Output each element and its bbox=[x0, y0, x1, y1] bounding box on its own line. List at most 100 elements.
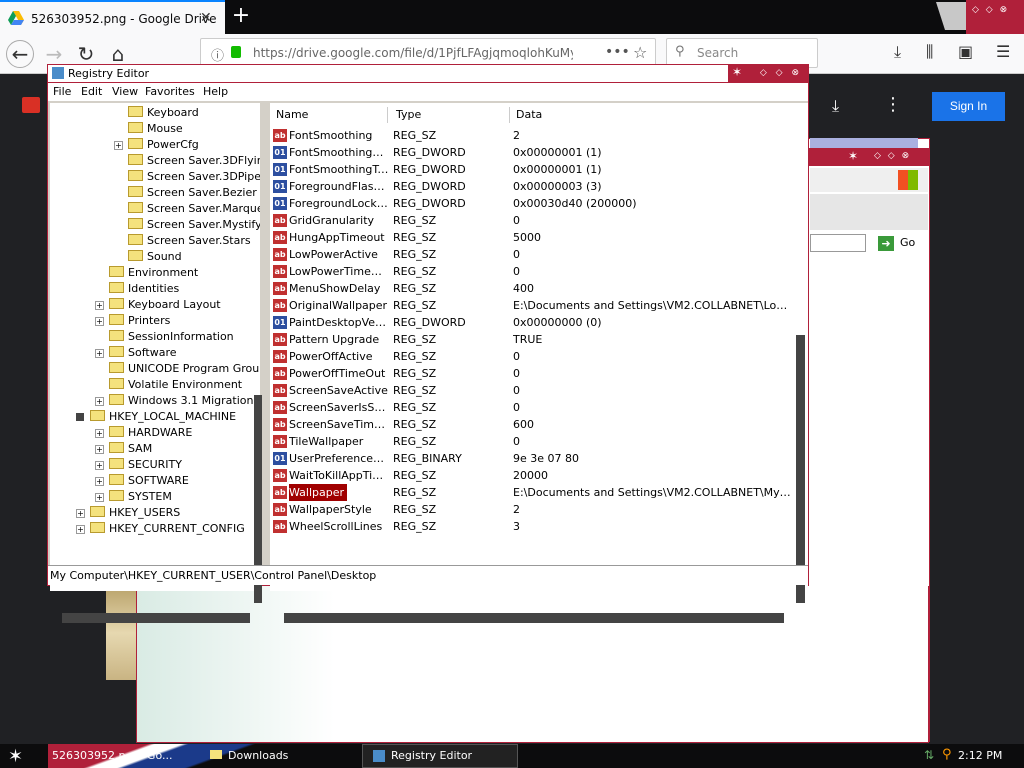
value-row[interactable]: 01 ForegroundFlash... REG_DWORD 0x00000003 … bbox=[270, 178, 790, 195]
value-row[interactable]: ab TileWallpaper REG_SZ 0 bbox=[270, 433, 790, 450]
library-icon[interactable]: ⫼ bbox=[926, 42, 933, 62]
value-row[interactable]: ab PowerOffActive REG_SZ 0 bbox=[270, 348, 790, 365]
tree-node[interactable]: Screen Saver.3DPipes bbox=[128, 169, 260, 185]
download-icon[interactable]: ⤓ bbox=[894, 42, 901, 62]
window-controls[interactable]: ◇ ◇ ⊗ bbox=[966, 0, 1024, 34]
expand-icon[interactable]: + bbox=[95, 349, 104, 358]
value-row[interactable]: ab WheelScrollLines REG_SZ 3 bbox=[270, 518, 790, 535]
tab-google-drive[interactable]: 526303952.png - Google Drive ✕ bbox=[0, 0, 225, 34]
close-tab-icon[interactable]: ✕ bbox=[200, 10, 212, 26]
tree-node[interactable]: Screen Saver.Marquee bbox=[128, 201, 260, 217]
back-arrow-icon[interactable]: ← bbox=[6, 40, 34, 68]
taskbar-task-registry-editor[interactable]: Registry Editor bbox=[362, 744, 518, 768]
info-icon[interactable]: ⓘ bbox=[211, 45, 224, 64]
expand-icon[interactable]: + bbox=[114, 141, 123, 150]
value-row[interactable]: ab OriginalWallpaper REG_SZ E:\Documents an… bbox=[270, 297, 791, 314]
expand-icon[interactable]: + bbox=[95, 429, 104, 438]
sign-in-button[interactable]: Sign In bbox=[932, 92, 1005, 121]
value-row[interactable]: ab ScreenSaveActive REG_SZ 0 bbox=[270, 382, 790, 399]
taskbar-task-drive[interactable]: 526303952.p... - Go... bbox=[52, 746, 172, 766]
menu-file[interactable]: File bbox=[53, 85, 71, 98]
menu-favorites[interactable]: Favorites bbox=[145, 85, 195, 98]
tree-node[interactable]: SessionInformation bbox=[109, 329, 234, 345]
value-row[interactable]: ab GridGranularity REG_SZ 0 bbox=[270, 212, 790, 229]
tree-node[interactable]: Screen Saver.Mystify bbox=[128, 217, 260, 233]
value-row[interactable]: 01 FontSmoothingOr... REG_DWORD 0x00000001 … bbox=[270, 144, 790, 161]
value-row[interactable]: 01 PaintDesktopVers... REG_DWORD 0x00000000… bbox=[270, 314, 790, 331]
column-header-data[interactable]: Data bbox=[516, 107, 796, 123]
drive-download-icon[interactable]: ⤓ bbox=[832, 96, 839, 116]
start-star-icon[interactable]: ✶ bbox=[8, 746, 23, 767]
expand-icon[interactable]: + bbox=[95, 477, 104, 486]
new-tab-button[interactable]: + bbox=[230, 3, 252, 29]
tree-node[interactable]: HARDWARE bbox=[109, 425, 192, 441]
go-button[interactable]: Go bbox=[900, 236, 915, 249]
network-icon[interactable]: ⇅ bbox=[924, 748, 934, 762]
bookmark-star-icon[interactable]: ☆ bbox=[633, 43, 647, 62]
expand-icon[interactable]: + bbox=[95, 445, 104, 454]
more-options-icon[interactable]: ⋮ bbox=[884, 94, 902, 115]
list-horizontal-scrollbar[interactable] bbox=[284, 613, 784, 623]
value-row[interactable]: ab LowPowerActive REG_SZ 0 bbox=[270, 246, 790, 263]
menu-view[interactable]: View bbox=[112, 85, 138, 98]
value-row[interactable]: ab Wallpaper REG_SZ E:\Documents and Settin… bbox=[270, 484, 791, 501]
tree-node[interactable]: Printers bbox=[109, 313, 170, 329]
expand-icon[interactable]: + bbox=[76, 509, 85, 518]
tree-node[interactable]: Sound bbox=[128, 249, 182, 265]
collapse-icon[interactable] bbox=[76, 413, 84, 421]
tree-node[interactable]: Software bbox=[109, 345, 177, 361]
tree-node[interactable]: Environment bbox=[109, 265, 198, 281]
tree-node[interactable]: SOFTWARE bbox=[109, 473, 189, 489]
search-icon[interactable]: ⚲ bbox=[942, 747, 952, 762]
tree-node[interactable]: Screen Saver.Stars bbox=[128, 233, 251, 249]
value-row[interactable]: ab WallpaperStyle REG_SZ 2 bbox=[270, 501, 790, 518]
value-row[interactable]: 01 UserPreferences... REG_BINARY 9e 3e 07 8… bbox=[270, 450, 790, 467]
list-scrollbar[interactable] bbox=[796, 335, 805, 603]
tree-node[interactable]: HKEY_CURRENT_CONFIG bbox=[90, 521, 245, 537]
value-row[interactable]: ab LowPowerTimeOut REG_SZ 0 bbox=[270, 263, 790, 280]
expand-icon[interactable]: + bbox=[76, 525, 85, 534]
tree-node[interactable]: Windows 3.1 Migration Status bbox=[109, 393, 260, 409]
go-arrow-icon[interactable]: ➜ bbox=[878, 236, 894, 251]
sidebar-icon[interactable]: ▣ bbox=[958, 42, 973, 61]
value-row[interactable]: ab WaitToKillAppTim... REG_SZ 20000 bbox=[270, 467, 790, 484]
tree-node[interactable]: SAM bbox=[109, 441, 152, 457]
menu-edit[interactable]: Edit bbox=[81, 85, 102, 98]
value-row[interactable]: 01 ForegroundLockT... REG_DWORD 0x00030d40 … bbox=[270, 195, 790, 212]
expand-icon[interactable]: + bbox=[95, 493, 104, 502]
column-header-type[interactable]: Type bbox=[396, 107, 510, 123]
address-field[interactable] bbox=[810, 234, 866, 252]
tree-node[interactable]: Keyboard Layout bbox=[109, 297, 221, 313]
tree-node[interactable]: Mouse bbox=[128, 121, 183, 137]
tree-node[interactable]: Screen Saver.Bezier bbox=[128, 185, 257, 201]
page-actions-icon[interactable]: ••• bbox=[605, 44, 630, 60]
value-row[interactable]: ab MenuShowDelay REG_SZ 400 bbox=[270, 280, 790, 297]
expand-icon[interactable]: + bbox=[95, 301, 104, 310]
tree-node-hklm[interactable]: HKEY_LOCAL_MACHINE bbox=[90, 409, 236, 425]
expand-icon[interactable]: + bbox=[95, 317, 104, 326]
tree-node[interactable]: SECURITY bbox=[109, 457, 182, 473]
value-row[interactable]: 01 FontSmoothingType REG_DWORD 0x00000001 (… bbox=[270, 161, 790, 178]
expand-icon[interactable]: + bbox=[95, 461, 104, 470]
tree-horizontal-scrollbar[interactable] bbox=[62, 613, 250, 623]
menu-help[interactable]: Help bbox=[203, 85, 228, 98]
tree-node[interactable]: Volatile Environment bbox=[109, 377, 242, 393]
column-header-name[interactable]: Name bbox=[276, 107, 388, 123]
tree-node[interactable]: SYSTEM bbox=[109, 489, 172, 505]
tree-node[interactable]: PowerCfg bbox=[128, 137, 199, 153]
tree-node[interactable]: Keyboard bbox=[128, 105, 199, 121]
value-row[interactable]: ab FontSmoothing REG_SZ 2 bbox=[270, 127, 790, 144]
tree-node[interactable]: HKEY_USERS bbox=[90, 505, 180, 521]
menu-icon[interactable]: ☰ bbox=[996, 42, 1010, 61]
background-window-controls[interactable]: ◇ ◇ ⊗ bbox=[874, 151, 911, 161]
value-row[interactable]: ab PowerOffTimeOut REG_SZ 0 bbox=[270, 365, 790, 382]
value-row[interactable]: ab ScreenSaveTime... REG_SZ 600 bbox=[270, 416, 790, 433]
tree-node[interactable]: Identities bbox=[109, 281, 179, 297]
tree-node[interactable]: UNICODE Program Groups bbox=[109, 361, 260, 377]
value-row[interactable]: ab ScreenSaverIsSe... REG_SZ 0 bbox=[270, 399, 790, 416]
taskbar-task-downloads[interactable]: Downloads bbox=[210, 746, 288, 766]
expand-icon[interactable]: + bbox=[95, 397, 104, 406]
value-row[interactable]: ab Pattern Upgrade REG_SZ TRUE bbox=[270, 331, 790, 348]
tree-node[interactable]: Screen Saver.3DFlyingObj bbox=[128, 153, 260, 169]
value-row[interactable]: ab HungAppTimeout REG_SZ 5000 bbox=[270, 229, 790, 246]
